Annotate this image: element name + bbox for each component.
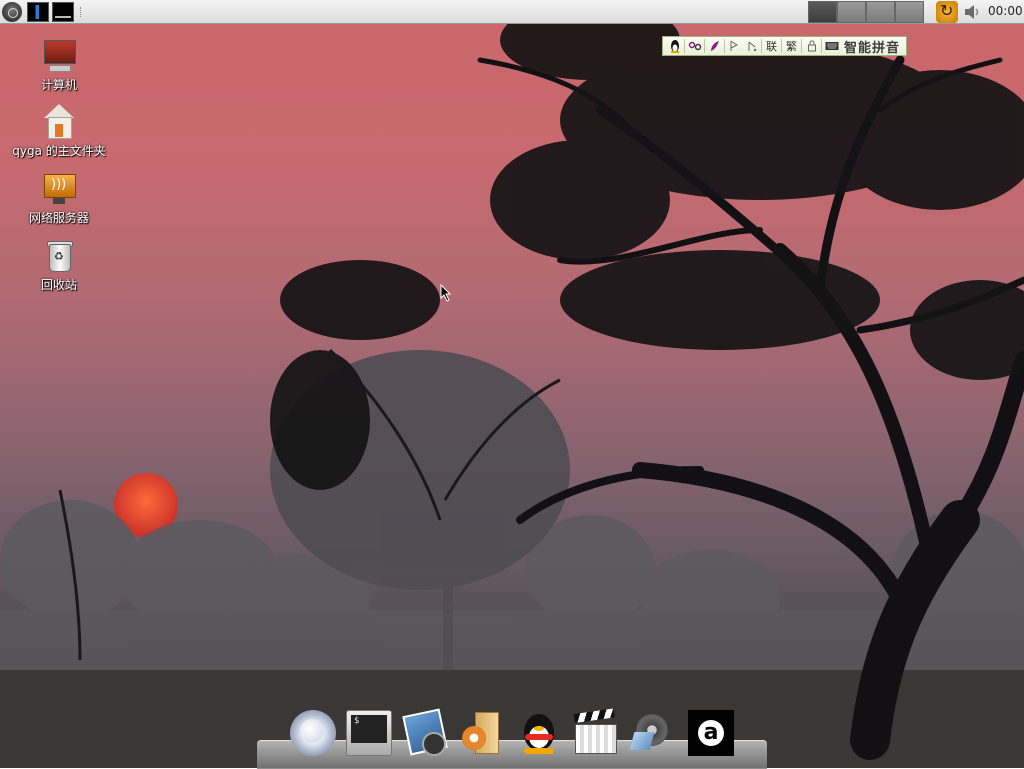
penguin-icon[interactable] bbox=[666, 38, 683, 55]
ime-separator bbox=[801, 39, 802, 53]
ime-separator bbox=[821, 39, 822, 53]
terminal-icon: $ bbox=[346, 710, 392, 756]
firefox-icon bbox=[290, 710, 336, 756]
qq-penguin-icon bbox=[516, 710, 562, 756]
desktop-icon-network-servers[interactable]: ))) 网络服务器 bbox=[9, 171, 109, 226]
ime-separator bbox=[761, 39, 762, 53]
panel-grip-handle[interactable] bbox=[80, 7, 84, 17]
dock-item-media-player[interactable] bbox=[630, 710, 676, 756]
desktop-icon-computer[interactable]: 计算机 bbox=[9, 38, 109, 93]
trash-icon: ♻ bbox=[41, 238, 77, 274]
ime-separator bbox=[684, 39, 685, 53]
skin-icon[interactable] bbox=[706, 38, 723, 55]
top-panel: 00:00 bbox=[0, 0, 1024, 24]
lock-icon[interactable] bbox=[803, 38, 820, 55]
volume-icon[interactable] bbox=[963, 4, 981, 20]
terminal-prompt: $ bbox=[354, 716, 360, 726]
clock[interactable]: 00:00 bbox=[988, 4, 1023, 18]
fullwidth-icon[interactable] bbox=[726, 38, 743, 55]
workspace-4[interactable] bbox=[895, 1, 924, 23]
dock-item-terminal[interactable]: $ bbox=[346, 710, 392, 756]
dock-item-firefox[interactable] bbox=[290, 710, 336, 756]
desktop-icon-label: 计算机 bbox=[40, 78, 77, 92]
workspace-switcher bbox=[808, 1, 924, 23]
desktop-icon-label: 网络服务器 bbox=[28, 211, 89, 225]
desktop-icon-label: qyga 的主文件夹 bbox=[12, 144, 106, 158]
package-icon bbox=[459, 710, 505, 756]
ime-separator bbox=[781, 39, 782, 53]
dock-item-package-installer[interactable] bbox=[459, 710, 505, 756]
dock-item-qq[interactable] bbox=[516, 710, 562, 756]
cpu-monitor-icon[interactable] bbox=[27, 2, 49, 22]
desktop-wallpaper bbox=[0, 0, 1024, 768]
dock-item-photos[interactable] bbox=[402, 710, 448, 756]
workspace-1[interactable] bbox=[808, 1, 837, 23]
photo-viewer-icon bbox=[402, 710, 448, 756]
ime-separator bbox=[704, 39, 705, 53]
home-folder-icon bbox=[41, 104, 77, 140]
dock-item-amazon[interactable] bbox=[688, 710, 734, 756]
memory-monitor-icon[interactable] bbox=[52, 2, 74, 22]
clapperboard-icon bbox=[572, 710, 618, 756]
update-manager-icon[interactable] bbox=[936, 1, 958, 23]
computer-icon bbox=[41, 38, 77, 74]
ime-name-label[interactable]: 智能拼音 bbox=[840, 37, 903, 56]
desktop-icon-trash[interactable]: ♻ 回收站 bbox=[9, 238, 109, 293]
network-server-icon: ))) bbox=[41, 171, 77, 207]
mouse-cursor-icon bbox=[440, 284, 452, 302]
wallpaper-scene bbox=[0, 0, 1024, 768]
ime-separator bbox=[724, 39, 725, 53]
traditional-icon[interactable]: 繁 bbox=[783, 38, 800, 55]
mode-icon[interactable] bbox=[686, 38, 703, 55]
keyboard-icon[interactable] bbox=[823, 38, 840, 55]
association-icon[interactable]: 联 bbox=[763, 38, 780, 55]
amazon-icon bbox=[688, 710, 734, 756]
workspace-2[interactable] bbox=[837, 1, 866, 23]
desktop-icon-label: 回收站 bbox=[40, 278, 77, 292]
media-player-icon bbox=[630, 710, 676, 756]
ime-toolbar: 联 繁 智能拼音 bbox=[662, 36, 908, 56]
dock-item-video-editor[interactable] bbox=[572, 710, 618, 756]
workspace-3[interactable] bbox=[866, 1, 895, 23]
desktop-icon-home-folder[interactable]: qyga 的主文件夹 bbox=[9, 104, 109, 159]
punctuation-icon[interactable] bbox=[743, 38, 760, 55]
ubuntu-menu-icon[interactable] bbox=[2, 2, 22, 22]
